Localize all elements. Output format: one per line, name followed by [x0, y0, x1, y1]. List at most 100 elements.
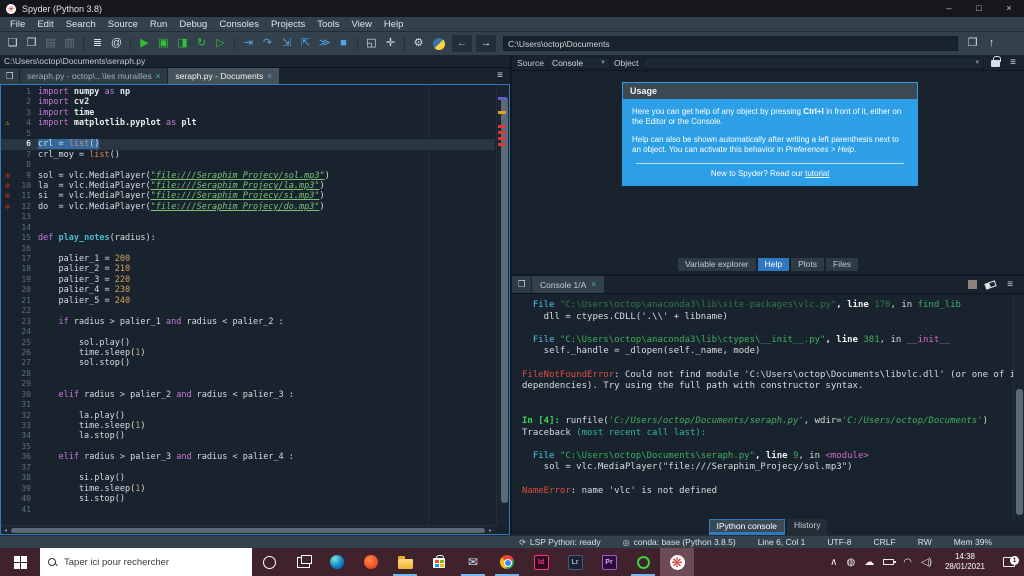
ms-store-icon[interactable] [422, 548, 456, 576]
tab-help[interactable]: Help [758, 258, 789, 271]
code-line[interactable]: 3import time [1, 108, 495, 118]
code-line[interactable]: 15def play_notes(radius): [1, 233, 495, 243]
step-into-icon[interactable]: ⇲ [278, 35, 295, 52]
taskbar-clock[interactable]: 14:38 28/01/2021 [941, 552, 989, 572]
code-line[interactable]: ⊗10la = vlc.MediaPlayer("file:///Seraphi… [1, 181, 495, 191]
tray-app-icon[interactable]: ◍ [846, 557, 855, 568]
python-logo-icon[interactable] [433, 38, 445, 50]
code-line[interactable]: 2import cv2 [1, 97, 495, 107]
close-icon[interactable]: × [591, 280, 596, 289]
help-options-menu-icon[interactable]: ≡ [1007, 57, 1019, 68]
menu-view[interactable]: View [345, 19, 377, 30]
code-line[interactable]: 31 [1, 400, 495, 410]
code-line[interactable]: 27 sol.stop() [1, 358, 495, 368]
save-all-icon[interactable]: ▥ [61, 35, 78, 52]
code-line[interactable]: 8 [1, 160, 495, 170]
editor-options-menu-icon[interactable]: ≡ [490, 68, 510, 84]
back-icon[interactable]: ← [452, 35, 472, 52]
wifi-icon[interactable]: ◠ [903, 557, 912, 568]
task-view-icon[interactable] [286, 548, 320, 576]
code-line[interactable]: 30 elif radius > palier_2 and radius < p… [1, 390, 495, 400]
code-line[interactable]: 40 si.stop() [1, 494, 495, 504]
code-line[interactable]: 6crl = list() [1, 139, 495, 149]
debug-continue-icon[interactable]: ≫ [316, 35, 333, 52]
debug-stop-icon[interactable]: ■ [335, 35, 352, 52]
cortana-icon[interactable] [252, 548, 286, 576]
editor-tab-0[interactable]: seraph.py - octop\...\les murailles× [20, 68, 168, 84]
open-file-icon[interactable]: ❒ [23, 35, 40, 52]
step-over-icon[interactable]: ↷ [259, 35, 276, 52]
code-line[interactable]: 28 [1, 369, 495, 379]
chrome-icon[interactable] [490, 548, 524, 576]
maximize-button[interactable]: □ [964, 0, 994, 17]
wrench-icon[interactable]: ⚙ [410, 35, 427, 52]
file-explorer-icon[interactable] [388, 548, 422, 576]
code-line[interactable]: 34 la.stop() [1, 431, 495, 441]
premiere-icon[interactable]: Pr [592, 548, 626, 576]
code-line[interactable]: 39 time.sleep(1) [1, 484, 495, 494]
debug-file-icon[interactable]: ⇥ [240, 35, 257, 52]
menu-edit[interactable]: Edit [31, 19, 59, 30]
help-object-input[interactable]: ▼ [643, 57, 985, 69]
code-line[interactable]: 5 [1, 129, 495, 139]
symbols-icon[interactable]: @ [108, 35, 125, 52]
code-line[interactable]: ⊗12do = vlc.MediaPlayer("file:///Seraphi… [1, 202, 495, 212]
code-line[interactable]: 22 [1, 306, 495, 316]
interrupt-kernel-icon[interactable] [968, 280, 977, 289]
rerun-cell-icon[interactable]: ↻ [193, 35, 210, 52]
code-line[interactable]: 23 if radius > palier_1 and radius < pal… [1, 317, 495, 327]
editor-horizontal-scrollbar[interactable]: ◂ ▸ [1, 525, 495, 534]
code-line[interactable]: 7crl_moy = list() [1, 150, 495, 160]
code-line[interactable]: 18 palier_2 = 210 [1, 264, 495, 274]
forward-icon[interactable]: → [476, 35, 496, 52]
code-line[interactable]: 19 palier_3 = 220 [1, 275, 495, 285]
code-line[interactable]: 1import numpy as np [1, 87, 495, 97]
browse-tabs-icon[interactable]: ❐ [0, 68, 20, 84]
run-cell-advance-icon[interactable]: ◨ [174, 35, 191, 52]
spyder-taskbar-icon[interactable]: ❋ [660, 548, 694, 576]
onedrive-cloud-icon[interactable]: ☁ [864, 557, 874, 568]
code-line[interactable]: 35 [1, 442, 495, 452]
lock-icon[interactable] [991, 60, 1000, 67]
start-button[interactable] [0, 548, 40, 576]
run-cell-icon[interactable]: ▣ [155, 35, 172, 52]
working-directory-input[interactable] [503, 36, 958, 51]
tab-plots[interactable]: Plots [791, 258, 824, 271]
menu-search[interactable]: Search [60, 19, 102, 30]
console-tab[interactable]: Console 1/A × [532, 276, 604, 293]
new-file-icon[interactable]: ❏ [4, 35, 21, 52]
tutorial-link[interactable]: tutorial [805, 169, 829, 178]
edge-icon[interactable] [320, 548, 354, 576]
maximize-pane-icon[interactable]: ◱ [363, 35, 380, 52]
menu-help[interactable]: Help [378, 19, 410, 30]
code-line[interactable]: 38 si.play() [1, 473, 495, 483]
browse-directory-icon[interactable]: ❒ [964, 35, 981, 52]
tab-ipython-console[interactable]: IPython console [709, 519, 785, 535]
volume-icon[interactable]: ◁) [921, 557, 932, 568]
code-line[interactable]: 16 [1, 244, 495, 254]
fullscreen-icon[interactable]: ✛ [382, 35, 399, 52]
menu-run[interactable]: Run [144, 19, 173, 30]
console-options-menu-icon[interactable]: ≡ [1004, 279, 1016, 290]
console-output[interactable]: File "C:\Users\octop\anaconda3\lib\site-… [512, 295, 1024, 518]
tray-chevron-icon[interactable]: ∧ [830, 557, 837, 568]
close-button[interactable]: × [994, 0, 1024, 17]
scroll-left-icon[interactable]: ◂ [1, 527, 10, 534]
code-line[interactable]: 32 la.play() [1, 411, 495, 421]
brave-icon[interactable] [354, 548, 388, 576]
taskbar-search[interactable]: Taper ici pour rechercher [40, 548, 252, 576]
mail-icon[interactable]: ✉ [456, 548, 490, 576]
code-line[interactable]: 25 sol.play() [1, 338, 495, 348]
parent-directory-icon[interactable]: ↑ [983, 35, 1000, 52]
outline-icon[interactable]: ≣ [89, 35, 106, 52]
menu-source[interactable]: Source [102, 19, 144, 30]
code-line[interactable]: 26 time.sleep(1) [1, 348, 495, 358]
clear-console-icon[interactable] [984, 280, 996, 289]
notification-center-icon[interactable]: 1 [998, 557, 1020, 567]
code-line[interactable]: 41 [1, 505, 495, 515]
code-line[interactable]: 17 palier_1 = 200 [1, 254, 495, 264]
code-line[interactable]: 29 [1, 379, 495, 389]
editor-vertical-scrollbar[interactable] [496, 85, 509, 525]
recording-ring-icon[interactable] [626, 548, 660, 576]
code-line[interactable]: ⊗9sol = vlc.MediaPlayer("file:///Seraphi… [1, 171, 495, 181]
